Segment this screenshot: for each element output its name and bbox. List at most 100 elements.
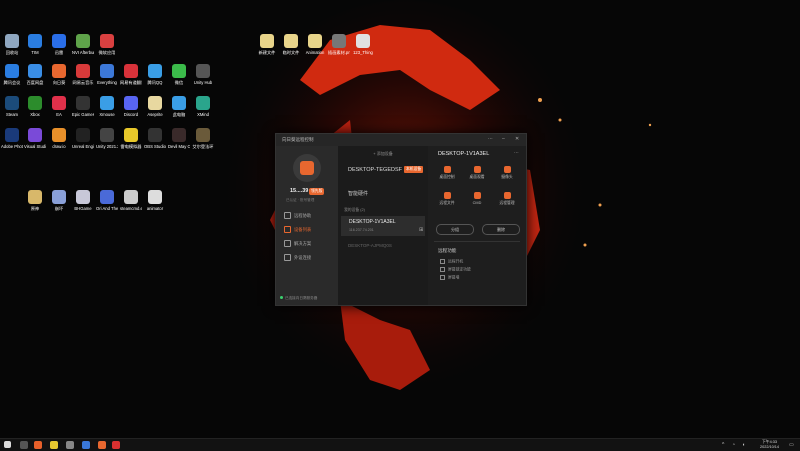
desktop-icon[interactable]: 百度网盘 [24, 64, 46, 85]
desktop-icon[interactable]: Devil May Cry 5 [168, 128, 190, 149]
desktop-icon[interactable]: 雷电模拟器 [120, 128, 142, 149]
desktop-icon[interactable]: 迅雷 [48, 34, 70, 55]
desktop-icon[interactable]: Aseprite [144, 96, 166, 117]
desktop-icon-label: 网易云音乐 [72, 80, 94, 85]
desktop-view-button[interactable]: 桌面观看 [464, 166, 490, 180]
primary-device-name[interactable]: DESKTOP-TEGEDSF [348, 167, 402, 173]
sunlogin-window[interactable]: 向日葵远程控制 ⋯ – ✕ 15....39 领先版 已认证 · 账号管理 远程… [275, 133, 527, 306]
nav-device-list[interactable]: 设备列表 [284, 226, 311, 234]
cmd-button[interactable]: CMD [464, 192, 490, 205]
app-icon [196, 64, 210, 78]
firefox-icon[interactable] [34, 441, 42, 449]
desktop-icon[interactable]: Adobe Photoshop [1, 128, 23, 149]
app-icon [76, 190, 90, 204]
desktop-icon[interactable]: Unity 2021.3 [96, 128, 118, 149]
desktop-icon[interactable]: 向日葵 [48, 64, 70, 85]
desktop-icon[interactable]: animator [144, 190, 166, 211]
camera-button[interactable]: 摄像头 [494, 166, 520, 180]
desktop-icon[interactable]: Xmouse [96, 96, 118, 117]
desktop-icon[interactable]: 微软应用 [96, 34, 118, 55]
desktop-icon[interactable]: draw.io [48, 128, 70, 149]
desktop-icon[interactable]: steamcmd.exe [120, 190, 142, 211]
desktop-icon[interactable]: Animation [304, 34, 326, 55]
minimize-button[interactable]: – [502, 136, 505, 142]
more-options-icon[interactable]: ⋯ [514, 150, 519, 156]
window-titlebar[interactable]: 向日葵远程控制 ⋯ – ✕ [276, 134, 526, 146]
desktop-icon[interactable]: Epic Games Launcher [72, 96, 94, 117]
desktop-icon[interactable]: Discord [120, 96, 142, 117]
remote-manage-button[interactable]: 远程管理 [494, 192, 520, 206]
start-icon[interactable] [4, 441, 11, 448]
desktop-icon[interactable]: 此电脑 [168, 96, 190, 117]
desktop-icon[interactable]: 腾讯会议 [1, 64, 23, 85]
nav-solutions[interactable]: 解决方案 [284, 240, 311, 248]
desktop-icon[interactable]: NVI Afterburner [72, 34, 94, 55]
notification-icon[interactable]: ▭ [789, 442, 794, 448]
avatar[interactable] [293, 154, 321, 182]
smart-hardware-item[interactable]: 智能硬件 [348, 190, 368, 197]
more-icon[interactable]: ⋯ [488, 136, 493, 142]
desktop-icon[interactable]: Visual Studio 2022 [24, 128, 46, 149]
remote-file-button[interactable]: 远程文件 [434, 192, 460, 206]
desktop-icon[interactable]: 艾尔登法环 [192, 128, 214, 149]
desktop-icon[interactable]: 临时文件 [280, 34, 302, 55]
desktop-icon[interactable]: Everything [96, 64, 118, 85]
add-device-button[interactable]: + 添加设备 [338, 151, 428, 157]
desktop-icon[interactable]: Ori And The Will Of The Wisps [96, 190, 118, 211]
desktop-icon-label: 腾讯会议 [3, 80, 21, 85]
wake-on-lan-option[interactable]: 远程开机 [440, 259, 463, 265]
desktop-icon[interactable]: 原神 [24, 190, 46, 211]
network-icon[interactable]: ◔ [732, 442, 735, 448]
taskbar-app-icon[interactable] [66, 441, 74, 449]
tray-chevron-icon[interactable]: ^ [722, 442, 724, 448]
nav-peripherals[interactable]: 外设连接 [284, 254, 311, 262]
desktop-icon-label: Animation [305, 50, 325, 55]
desktop-control-button[interactable]: 桌面控制 [434, 166, 460, 180]
desktop-icon[interactable]: 回收站 [1, 34, 23, 55]
taskbar-clock[interactable]: 下午4:33 2022/10/14 [760, 440, 779, 450]
user-subtitle[interactable]: 已认证 · 账号管理 [286, 198, 314, 203]
app-icon [260, 34, 274, 48]
sunlogin-taskbar-icon[interactable] [98, 441, 106, 449]
desktop-icon[interactable]: Xbox [24, 96, 46, 117]
desktop-icon[interactable]: Unity Hub [192, 64, 214, 85]
desktop-icon-label: Epic Games Launcher [72, 112, 94, 117]
offline-device-name[interactable]: DESKTOP-AJPMQ0S [348, 243, 392, 248]
file-explorer-icon[interactable] [50, 441, 58, 449]
desktop-icon[interactable]: Unreal Engine [72, 128, 94, 149]
screen-lock-option[interactable]: 屏幕锁定功能 [440, 267, 471, 273]
desktop-icon[interactable]: 123_Thing [352, 34, 374, 55]
desktop-icon[interactable]: 腾讯QQ [144, 64, 166, 85]
left-panel: 15....39 领先版 已认证 · 账号管理 远程协助 设备列表 解决方案 外… [276, 146, 338, 305]
group-button[interactable]: 分组 [436, 224, 474, 235]
volume-icon[interactable]: ◖ [742, 442, 745, 448]
desktop-icon[interactable]: 网易云音乐 [72, 64, 94, 85]
taskbar-app-icon[interactable] [112, 441, 120, 449]
vip-badge[interactable]: 领先版 [309, 188, 325, 195]
desktop-icon[interactable]: OBS Studio [144, 128, 166, 149]
checkbox-icon [440, 259, 445, 264]
desktop-icon[interactable]: Steam [1, 96, 23, 117]
desktop-icon[interactable]: 微信 [168, 64, 190, 85]
app-icon [76, 34, 90, 48]
desktop-icon[interactable]: 网易有道翻译 [120, 64, 142, 85]
app-icon [28, 96, 42, 110]
desktop-icon[interactable]: 新建文件 [256, 34, 278, 55]
my-devices-label[interactable]: 我的设备 (2) [344, 208, 365, 213]
connection-status: 已连接向日葵服务器 [280, 296, 317, 301]
desktop-icon[interactable]: BHGame [72, 190, 94, 211]
selected-device-card[interactable]: DESKTOP-1V1A3EL 116.237.74.201 ⊞ [341, 216, 425, 236]
app-icon [308, 34, 322, 48]
app-icon [52, 34, 66, 48]
desktop-icon[interactable]: 插画素材.png [328, 34, 350, 55]
search-icon[interactable] [20, 441, 28, 449]
desktop-icon[interactable]: TIM [24, 34, 46, 55]
delete-button[interactable]: 删除 [482, 224, 520, 235]
desktop-icon[interactable]: XMind [192, 96, 214, 117]
close-button[interactable]: ✕ [515, 136, 519, 142]
desktop-icon[interactable]: EA [48, 96, 70, 117]
screen-wall-option[interactable]: 屏幕墙 [440, 275, 459, 281]
nav-remote-assist[interactable]: 远程协助 [284, 212, 311, 220]
desktop-icon[interactable]: 崩坏 [48, 190, 70, 211]
taskbar-app-icon[interactable] [82, 441, 90, 449]
